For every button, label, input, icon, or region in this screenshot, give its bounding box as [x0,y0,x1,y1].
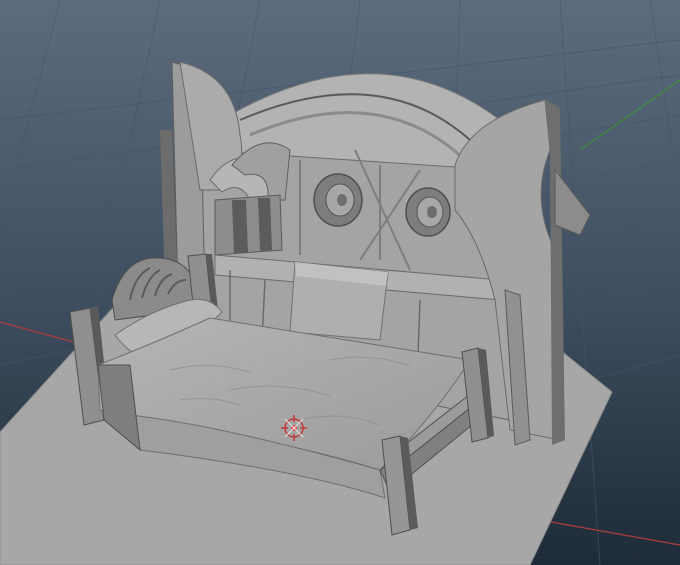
emblem-left [313,173,363,227]
3d-viewport[interactable] [0,0,680,565]
emblem-right [405,187,451,237]
viewport-canvas[interactable] [0,0,680,565]
